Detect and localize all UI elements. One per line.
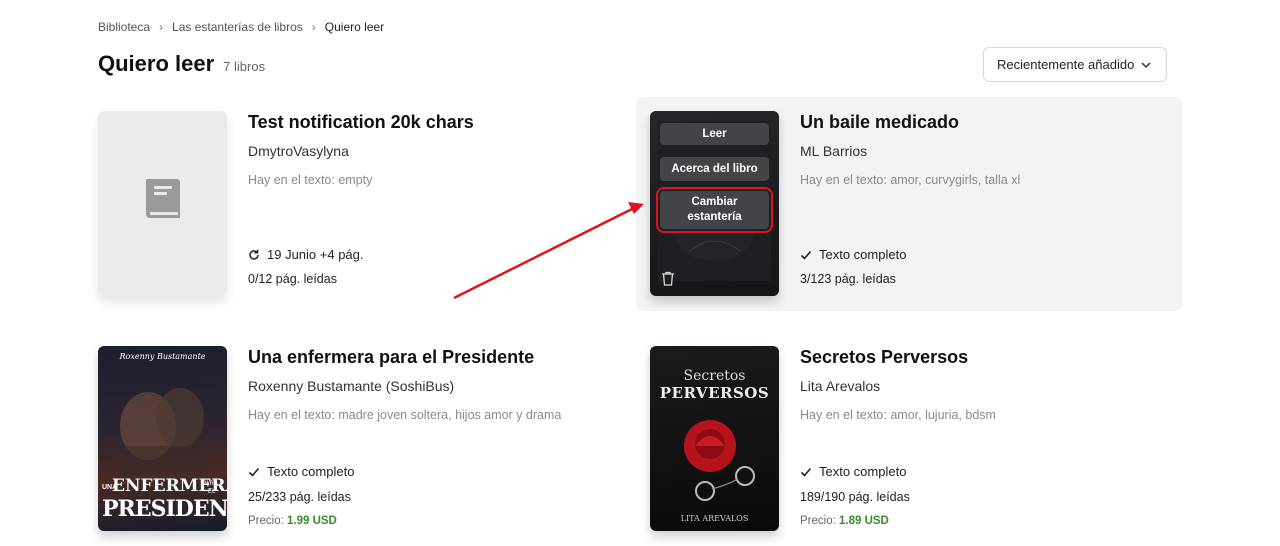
book-info: Test notification 20k chars DmytroVasyly…	[248, 111, 620, 187]
breadcrumb-current: Quiero leer	[324, 20, 385, 34]
tags-label: Hay en el texto:	[248, 173, 335, 187]
breadcrumb-estanterias[interactable]: Las estanterías de libros	[172, 20, 303, 34]
breadcrumb-biblioteca[interactable]: Biblioteca	[98, 20, 150, 34]
book-status: Texto completo	[800, 464, 906, 479]
book-info: Una enfermera para el Presidente Roxenny…	[248, 346, 620, 422]
price-label: Precio:	[248, 515, 284, 527]
status-text: Texto completo	[819, 464, 907, 479]
book-placeholder-icon	[145, 179, 180, 218]
cover-line-secretos: Secretos	[683, 368, 746, 384]
check-icon	[800, 250, 812, 260]
book-card[interactable]: Roxenny Bustamante UNA ENFERMERA PARA EL…	[84, 332, 630, 546]
book-price: Precio: 1.99 USD	[248, 515, 337, 527]
book-cover[interactable]: Leer Acerca del libro Cambiar estantería	[650, 111, 779, 296]
sort-select[interactable]: Recientemente añadido	[983, 47, 1167, 82]
book-author[interactable]: DmytroVasylyna	[248, 143, 620, 159]
cover-author-text: LITA AREVALOS	[680, 514, 749, 523]
change-shelf-label-1: Cambiar	[691, 196, 738, 208]
book-author[interactable]: Lita Arevalos	[800, 378, 1172, 394]
cover-word-presidente: PRESIDENTE	[102, 496, 227, 522]
read-button[interactable]: Leer	[660, 123, 769, 145]
about-book-button[interactable]: Acerca del libro	[660, 157, 769, 181]
book-tags: Hay en el texto: empty	[248, 173, 620, 187]
book-price: Precio: 1.89 USD	[800, 515, 889, 527]
status-text: Texto completo	[267, 464, 355, 479]
price-amount: 1.89 USD	[839, 515, 889, 527]
price-amount: 1.99 USD	[287, 515, 337, 527]
book-info: Un baile medicado ML Barrios Hay en el t…	[800, 111, 1172, 187]
chevron-right-icon: ›	[159, 20, 164, 34]
book-cover[interactable]: Secretos PERVERSOS LITA AREVALOS	[650, 346, 779, 531]
book-title[interactable]: Secretos Perversos	[800, 347, 1172, 368]
cover-line-perversos: PERVERSOS	[659, 384, 770, 402]
cover-word-para: PARA	[202, 481, 218, 487]
chevron-down-icon	[1141, 62, 1151, 69]
book-status: 19 Junio +4 pág.	[248, 247, 364, 262]
tags-values: amor, curvygirls, talla xl	[890, 173, 1021, 187]
book-count: 7 libros	[223, 59, 266, 74]
price-label: Precio:	[800, 515, 836, 527]
book-status: Texto completo	[800, 247, 906, 262]
tags-values: madre joven soltera, hijos amor y drama	[338, 408, 562, 422]
pages-read: 0/12 pág. leídas	[248, 272, 337, 286]
book-info: Secretos Perversos Lita Arevalos Hay en …	[800, 346, 1172, 422]
trash-icon[interactable]	[661, 271, 675, 286]
book-tags: Hay en el texto: madre joven soltera, hi…	[248, 408, 620, 422]
book-status: Texto completo	[248, 464, 354, 479]
sort-selected-value: Recientemente añadido	[997, 57, 1135, 72]
book-title[interactable]: Una enfermera para el Presidente	[248, 347, 620, 368]
book-title[interactable]: Test notification 20k chars	[248, 112, 620, 133]
status-text: Texto completo	[819, 247, 907, 262]
book-card[interactable]: Secretos PERVERSOS LITA AREVALOS Secreto…	[636, 332, 1182, 546]
refresh-icon	[249, 249, 259, 260]
book-tags: Hay en el texto: amor, curvygirls, talla…	[800, 173, 1172, 187]
book-card[interactable]: Leer Acerca del libro Cambiar estantería…	[636, 97, 1182, 311]
breadcrumb: Biblioteca › Las estanterías de libros ›…	[98, 20, 384, 34]
page-header: Quiero leer 7 libros	[98, 51, 265, 77]
book-tags: Hay en el texto: amor, lujuria, bdsm	[800, 408, 1172, 422]
page-title: Quiero leer	[98, 51, 215, 76]
tags-values: amor, lujuria, bdsm	[890, 408, 996, 422]
check-icon	[800, 467, 812, 477]
pages-read: 189/190 pág. leídas	[800, 490, 910, 504]
book-cover-placeholder[interactable]	[98, 111, 227, 296]
tags-label: Hay en el texto:	[248, 408, 335, 422]
check-icon	[248, 467, 260, 477]
change-shelf-label-2: estantería	[687, 211, 742, 223]
cover-author-text: Roxenny Bustamante	[119, 352, 206, 361]
status-text: 19 Junio +4 pág.	[267, 247, 364, 262]
cover-word-el: EL	[208, 489, 216, 495]
pages-read: 25/233 pág. leídas	[248, 490, 351, 504]
book-author[interactable]: ML Barrios	[800, 143, 1172, 159]
tags-label: Hay en el texto:	[800, 408, 887, 422]
pages-read: 3/123 pág. leídas	[800, 272, 896, 286]
book-author[interactable]: Roxenny Bustamante (SoshiBus)	[248, 378, 620, 394]
book-cover[interactable]: Roxenny Bustamante UNA ENFERMERA PARA EL…	[98, 346, 227, 531]
tags-values: empty	[338, 173, 373, 187]
book-card[interactable]: Test notification 20k chars DmytroVasyly…	[84, 97, 630, 311]
chevron-right-icon: ›	[311, 20, 316, 34]
book-title[interactable]: Un baile medicado	[800, 112, 1172, 133]
tags-label: Hay en el texto:	[800, 173, 887, 187]
change-shelf-button[interactable]: Cambiar estantería	[656, 187, 773, 233]
